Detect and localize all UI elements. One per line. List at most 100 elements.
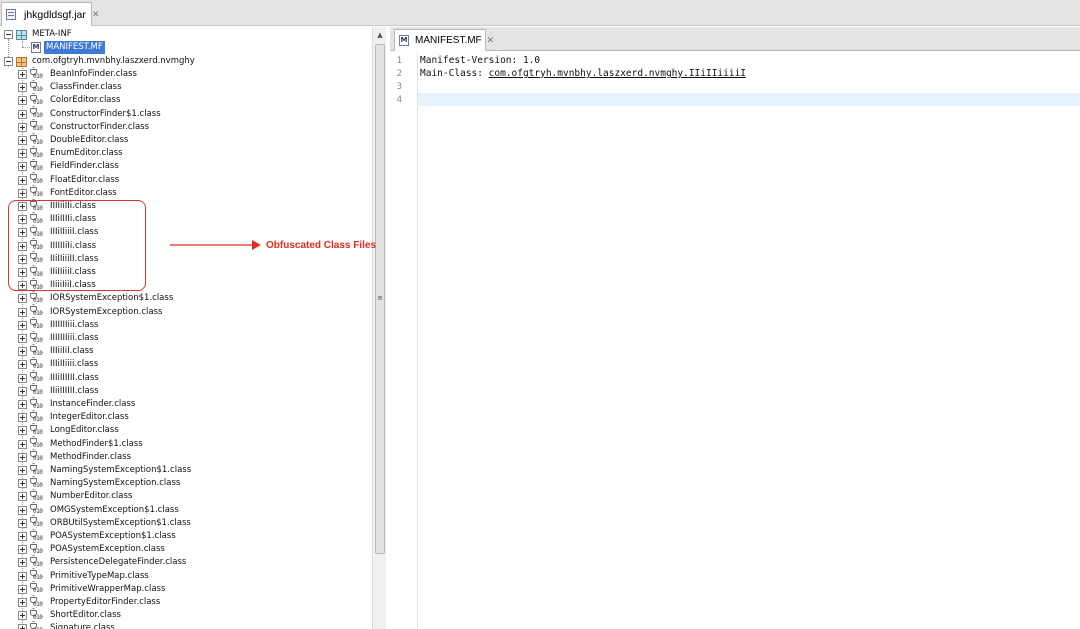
class-file-icon: 010 [30, 488, 45, 503]
tree-node-class[interactable]: 010 ConstructorFinder.class [18, 119, 151, 134]
expand-icon[interactable] [18, 571, 27, 581]
tree-node-class[interactable]: 010 IIIIIIIiii.class [18, 330, 100, 345]
tree-node-class[interactable]: 010 POASystemException.class [18, 541, 167, 556]
expand-icon[interactable] [18, 624, 27, 629]
collapse-icon[interactable] [4, 57, 13, 66]
expand-icon[interactable] [18, 584, 27, 594]
main-class-link[interactable]: com.ofgtryh.mvnbhy.laszxerd.nvmghy.IIiII… [489, 68, 746, 79]
expand-icon[interactable] [18, 188, 27, 198]
expand-icon[interactable] [18, 373, 27, 383]
tree-node-class[interactable]: 010 InstanceFinder.class [18, 396, 137, 411]
expand-icon[interactable] [18, 360, 27, 370]
tree-node-class[interactable]: 010 IIiiIIIIII.class [18, 383, 101, 398]
expand-icon[interactable] [18, 162, 27, 172]
expand-icon[interactable] [18, 452, 27, 462]
class-file-icon: 010 [30, 356, 45, 371]
tab-jar-file[interactable]: jhkgdldsgf.jar ✕ [1, 2, 99, 26]
collapse-icon[interactable] [4, 30, 13, 39]
tab-manifest[interactable]: M MANIFEST.MF ✕ [394, 29, 494, 51]
expand-icon[interactable] [18, 413, 27, 423]
expand-icon[interactable] [18, 386, 27, 396]
expand-icon[interactable] [18, 439, 27, 449]
tree-node-manifest[interactable]: M MANIFEST.MF [31, 41, 105, 54]
tree-node-class[interactable]: 010 IIIiIIIIII.class [18, 370, 101, 385]
folder-icon [16, 29, 27, 40]
tree-node-class[interactable]: 010 PrimitiveTypeMap.class [18, 568, 151, 583]
expand-icon[interactable] [18, 149, 27, 159]
tree-node-class[interactable]: 010 IIIiiIiI.class [18, 343, 95, 358]
tree-node-class[interactable]: 010 PropertyEditorFinder.class [18, 594, 162, 609]
tree-node-class[interactable]: 010 NumberEditor.class [18, 488, 134, 503]
expand-icon[interactable] [18, 96, 27, 106]
class-file-icon: 010 [30, 581, 45, 595]
expand-icon[interactable] [18, 334, 27, 343]
expand-icon[interactable] [18, 505, 27, 515]
class-file-icon: 010 [30, 396, 45, 411]
tree-node-class[interactable]: 010 ConstructorFinder$1.class [18, 106, 163, 121]
tree-node-label: META-INF [32, 29, 72, 39]
expand-icon[interactable] [18, 136, 27, 145]
expand-icon[interactable] [18, 558, 27, 568]
tree-node-label: MethodFinder.class [50, 451, 132, 462]
tree-node-class[interactable]: 010 Signature.class [18, 620, 117, 629]
tree-node-class[interactable]: 010 FontEditor.class [18, 185, 119, 200]
tree-node-class[interactable]: 010 OMGSystemException$1.class [18, 502, 181, 517]
tree-node-meta-inf[interactable]: META-INF [4, 28, 74, 41]
code-line-2[interactable]: Main-Class: com.ofgtryh.mvnbhy.laszxerd.… [420, 68, 746, 79]
tree-node-class[interactable]: 010 POASystemException$1.class [18, 528, 178, 543]
tree-node-class[interactable]: 010 NamingSystemException$1.class [18, 462, 193, 477]
scrollbar-thumb[interactable]: ≡ [375, 44, 385, 554]
class-file-icon: 010 [30, 330, 45, 345]
tree-node-label: IIIIIIIiii.class [50, 319, 99, 330]
expand-icon[interactable] [18, 598, 27, 607]
tree-node-class[interactable]: 010 MethodFinder.class [18, 449, 133, 464]
tree-node-label: NamingSystemException$1.class [50, 465, 192, 475]
tree-node-class[interactable]: 010 NamingSystemException.class [18, 475, 182, 490]
expand-icon[interactable] [18, 400, 27, 409]
expand-icon[interactable] [18, 307, 27, 317]
tree-node-class[interactable]: 010 IntegerEditor.class [18, 409, 131, 424]
expand-icon[interactable] [18, 109, 27, 119]
class-file-icon: 010 [30, 620, 45, 629]
expand-icon[interactable] [18, 532, 27, 541]
tree-node-label: IIiiIIIIII.class [50, 385, 99, 396]
code-line-1[interactable]: Manifest-Version: 1.0 [420, 55, 540, 66]
tree-node-label: ClassFinder.class [50, 82, 122, 93]
tree-node-class[interactable]: 010 IORSystemException$1.class [18, 290, 175, 305]
tree-node-class[interactable]: 010 IORSystemException.class [18, 304, 164, 319]
tree-node-label: IIIIIIIiii.class [50, 333, 99, 343]
expand-icon[interactable] [18, 611, 27, 621]
expand-icon[interactable] [18, 320, 27, 330]
expand-icon[interactable] [18, 545, 27, 555]
line-number-gutter: 1 2 3 4 [390, 53, 418, 629]
tree-node-class[interactable]: 010 DoubleEditor.class [18, 132, 130, 147]
tree-node-class[interactable]: 010 MethodFinder$1.class [18, 436, 145, 451]
class-file-icon: 010 [30, 607, 45, 622]
tree-node-class[interactable]: 010 ORBUtilSystemException$1.class [18, 515, 193, 530]
expand-icon[interactable] [18, 83, 27, 93]
scroll-up-arrow-icon[interactable]: ▲ [373, 29, 387, 41]
class-file-icon: 010 [30, 462, 45, 477]
tree-node-label: ConstructorFinder.class [50, 121, 150, 132]
expand-icon[interactable] [18, 518, 27, 528]
expand-icon[interactable] [18, 466, 27, 475]
expand-icon[interactable] [18, 70, 27, 79]
expand-icon[interactable] [18, 294, 27, 304]
tree-node-class[interactable]: 010 BeanInfoFinder.class [18, 66, 139, 81]
tree-node-class[interactable]: 010 IIIIIIIiii.class [18, 317, 100, 332]
tree-scrollbar[interactable]: ▲ ≡ [372, 27, 386, 629]
expand-icon[interactable] [18, 492, 27, 502]
expand-icon[interactable] [18, 479, 27, 489]
expand-icon[interactable] [18, 175, 27, 185]
class-file-icon: 010 [30, 79, 45, 94]
tree-node-class[interactable]: 010 PersistenceDelegateFinder.class [18, 554, 188, 569]
tree-node-class[interactable]: 010 IIIiIIiiii.class [18, 356, 100, 371]
tree-node-class[interactable]: 010 PrimitiveWrapperMap.class [18, 581, 167, 596]
expand-icon[interactable] [18, 122, 27, 132]
tree-node-label: BeanInfoFinder.class [50, 69, 137, 79]
expand-icon[interactable] [18, 426, 27, 436]
close-icon[interactable]: ✕ [487, 36, 495, 46]
expand-icon[interactable] [18, 347, 27, 357]
tree-node-label: NamingSystemException.class [50, 478, 181, 489]
close-icon[interactable]: ✕ [92, 10, 100, 20]
